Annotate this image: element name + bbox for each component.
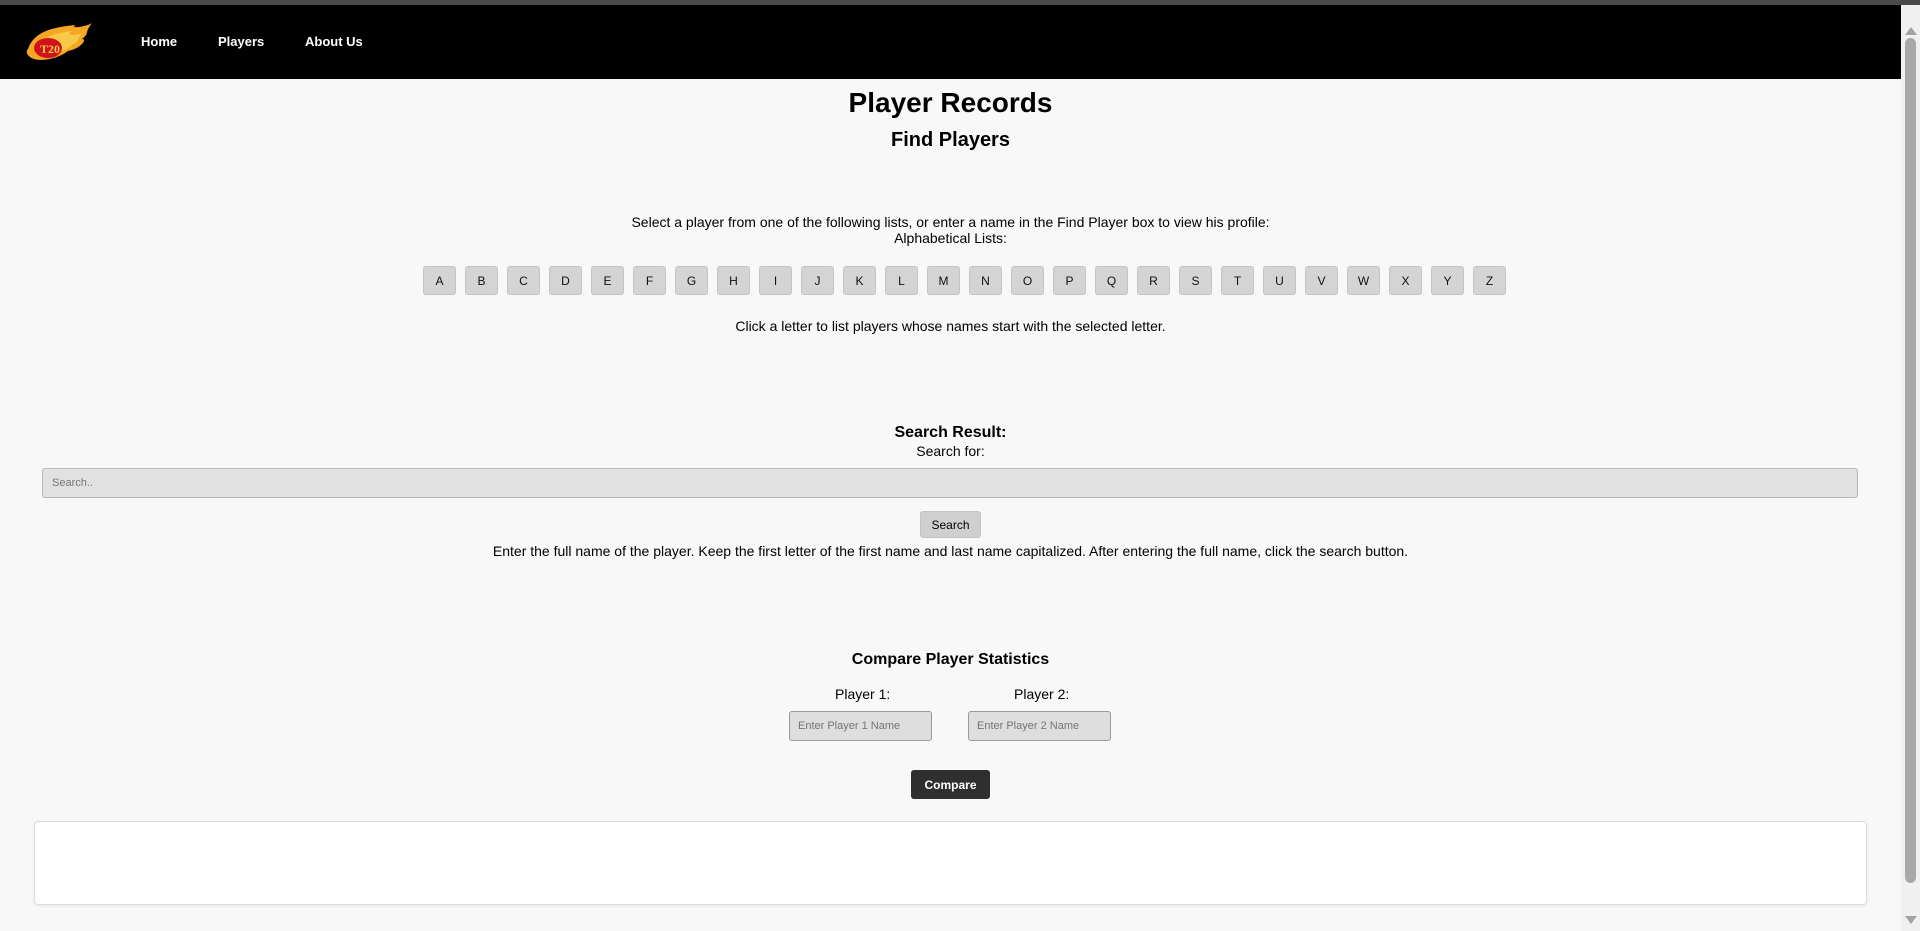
letter-button-a[interactable]: A (423, 266, 456, 295)
search-button[interactable]: Search (920, 511, 981, 538)
top-navbar: T20 Home Players About Us (0, 5, 1901, 79)
letter-button-h[interactable]: H (717, 266, 750, 295)
main-content: Player Records Find Players Select a pla… (0, 79, 1901, 931)
page-subtitle: Find Players (891, 129, 1010, 151)
letter-button-w[interactable]: W (1347, 266, 1380, 295)
letter-button-u[interactable]: U (1263, 266, 1296, 295)
letter-button-g[interactable]: G (675, 266, 708, 295)
vertical-scrollbar[interactable] (1901, 5, 1920, 931)
page-title: Player Records (848, 87, 1053, 118)
search-result-heading: Search Result: (894, 424, 1007, 441)
comparison-result-box (34, 821, 1867, 905)
compare-heading: Compare Player Statistics (851, 651, 1050, 668)
letter-button-k[interactable]: K (843, 266, 876, 295)
player1-input[interactable] (789, 711, 932, 741)
player2-input[interactable] (968, 711, 1111, 741)
letter-button-d[interactable]: D (549, 266, 582, 295)
letter-button-x[interactable]: X (1389, 266, 1422, 295)
letter-button-i[interactable]: I (759, 266, 792, 295)
scroll-thumb[interactable] (1905, 38, 1916, 883)
search-hint-text: Enter the full name of the player. Keep … (492, 543, 1409, 559)
letter-button-e[interactable]: E (591, 266, 624, 295)
player2-label: Player 2: (1014, 686, 1070, 702)
letter-button-m[interactable]: M (927, 266, 960, 295)
letter-button-f[interactable]: F (633, 266, 666, 295)
letter-button-r[interactable]: R (1137, 266, 1170, 295)
letter-button-j[interactable]: J (801, 266, 834, 295)
player1-label: Player 1: (835, 686, 891, 702)
search-for-label: Search for: (916, 443, 985, 459)
nav-about-us[interactable]: About Us (305, 34, 363, 49)
letter-hint-text: Click a letter to list players whose nam… (735, 318, 1166, 334)
letter-button-s[interactable]: S (1179, 266, 1212, 295)
letter-button-b[interactable]: B (465, 266, 498, 295)
intro-text: Select a player from one of the followin… (631, 214, 1270, 230)
nav-home[interactable]: Home (141, 34, 177, 49)
nav-players[interactable]: Players (218, 34, 264, 49)
letter-button-p[interactable]: P (1053, 266, 1086, 295)
letter-button-row: ABCDEFGHIJKLMNOPQRSTUVWXYZ (423, 266, 1506, 295)
t20-logo[interactable]: T20 (24, 21, 94, 65)
letter-button-y[interactable]: Y (1431, 266, 1464, 295)
letter-button-o[interactable]: O (1011, 266, 1044, 295)
letter-button-t[interactable]: T (1221, 266, 1254, 295)
scroll-down-arrow-icon[interactable] (1905, 916, 1917, 924)
letter-button-z[interactable]: Z (1473, 266, 1506, 295)
logo-text: T20 (40, 42, 60, 56)
letter-button-q[interactable]: Q (1095, 266, 1128, 295)
search-input[interactable] (42, 468, 1858, 498)
compare-button[interactable]: Compare (911, 770, 990, 799)
letter-button-c[interactable]: C (507, 266, 540, 295)
alphabetical-lists-heading: Alphabetical Lists: (894, 230, 1007, 246)
letter-button-l[interactable]: L (885, 266, 918, 295)
scroll-up-arrow-icon[interactable] (1905, 27, 1917, 35)
letter-button-v[interactable]: V (1305, 266, 1338, 295)
letter-button-n[interactable]: N (969, 266, 1002, 295)
